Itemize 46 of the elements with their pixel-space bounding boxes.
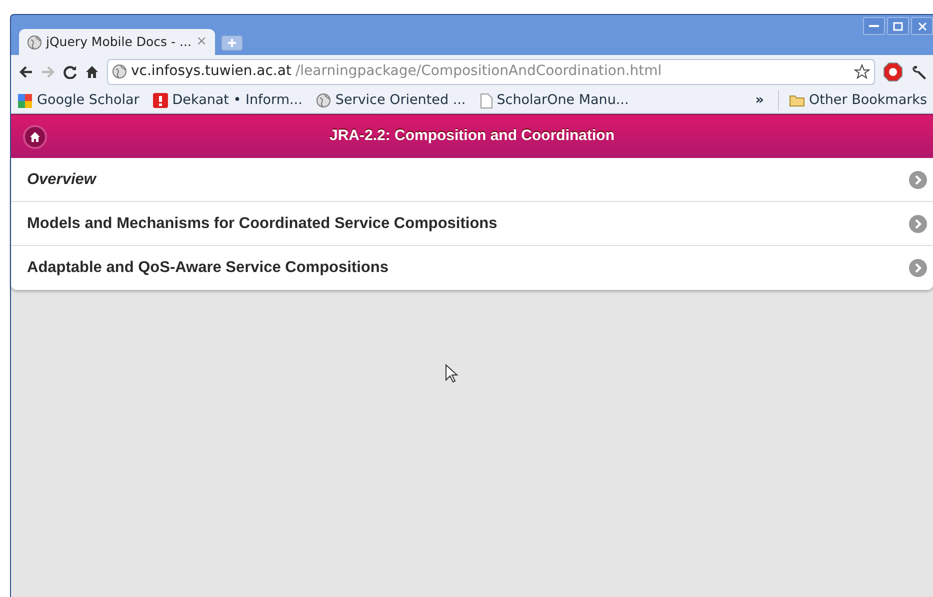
plus-icon	[228, 39, 236, 47]
reload-icon	[63, 64, 77, 78]
chevron-right-icon	[909, 259, 927, 277]
back-arrow-icon	[19, 66, 33, 78]
chevron-right-icon	[909, 214, 927, 232]
star-icon[interactable]	[854, 64, 870, 80]
list-item[interactable]: Overview	[11, 158, 933, 202]
folder-icon	[788, 94, 805, 107]
new-tab-button[interactable]	[221, 35, 243, 51]
address-bar[interactable]: vc.infosys.tuwien.ac.at /learningpackage/CompositionAndCoordination.html	[107, 58, 875, 84]
page-icon	[480, 92, 493, 108]
bookmark-item[interactable]: Service Oriented ...	[316, 90, 466, 111]
stop-sign-icon[interactable]	[883, 62, 903, 82]
home-icon	[85, 64, 99, 78]
back-button[interactable]	[19, 66, 33, 78]
bookmark-item[interactable]: Dekanat • Inform...	[153, 90, 302, 111]
scholar-logo-icon	[17, 92, 33, 108]
close-icon	[918, 22, 926, 30]
home-button[interactable]	[23, 124, 47, 148]
page-title: JRA-2.2: Composition and Coordination	[328, 126, 616, 146]
url-host: vc.infosys.tuwien.ac.at	[131, 62, 292, 81]
home-button[interactable]	[85, 64, 99, 78]
tab-title: jQuery Mobile Docs - ...	[46, 32, 192, 51]
alert-icon	[153, 93, 168, 108]
reload-button[interactable]	[63, 64, 77, 78]
forward-arrow-icon	[41, 66, 55, 78]
url-path: /learningpackage/CompositionAndCoordination.html	[295, 62, 662, 81]
globe-icon	[112, 64, 127, 79]
bookmarks-overflow-button[interactable]: »	[755, 90, 764, 111]
other-bookmarks-button[interactable]: Other Bookmarks	[778, 90, 927, 111]
bookmark-item[interactable]: ScholarOne Manu...	[480, 90, 629, 111]
maximize-button[interactable]	[887, 17, 909, 35]
chevron-right-icon	[909, 170, 927, 188]
bookmark-item[interactable]: Google Scholar	[17, 90, 140, 111]
globe-icon	[316, 93, 332, 108]
mouse-cursor-icon	[445, 364, 459, 384]
list-item[interactable]: Adaptable and QoS-Aware Service Compositions	[11, 246, 933, 290]
home-icon	[30, 132, 40, 142]
globe-icon	[27, 34, 42, 50]
close-button[interactable]	[911, 17, 933, 35]
wrench-icon[interactable]	[911, 64, 927, 80]
minimize-button[interactable]	[863, 17, 885, 35]
browser-tab[interactable]: jQuery Mobile Docs - ... ×	[19, 29, 215, 55]
minimize-icon	[869, 24, 879, 28]
maximize-icon	[893, 22, 903, 30]
list-item[interactable]: Models and Mechanisms for Coordinated Service Compositions	[11, 202, 933, 246]
